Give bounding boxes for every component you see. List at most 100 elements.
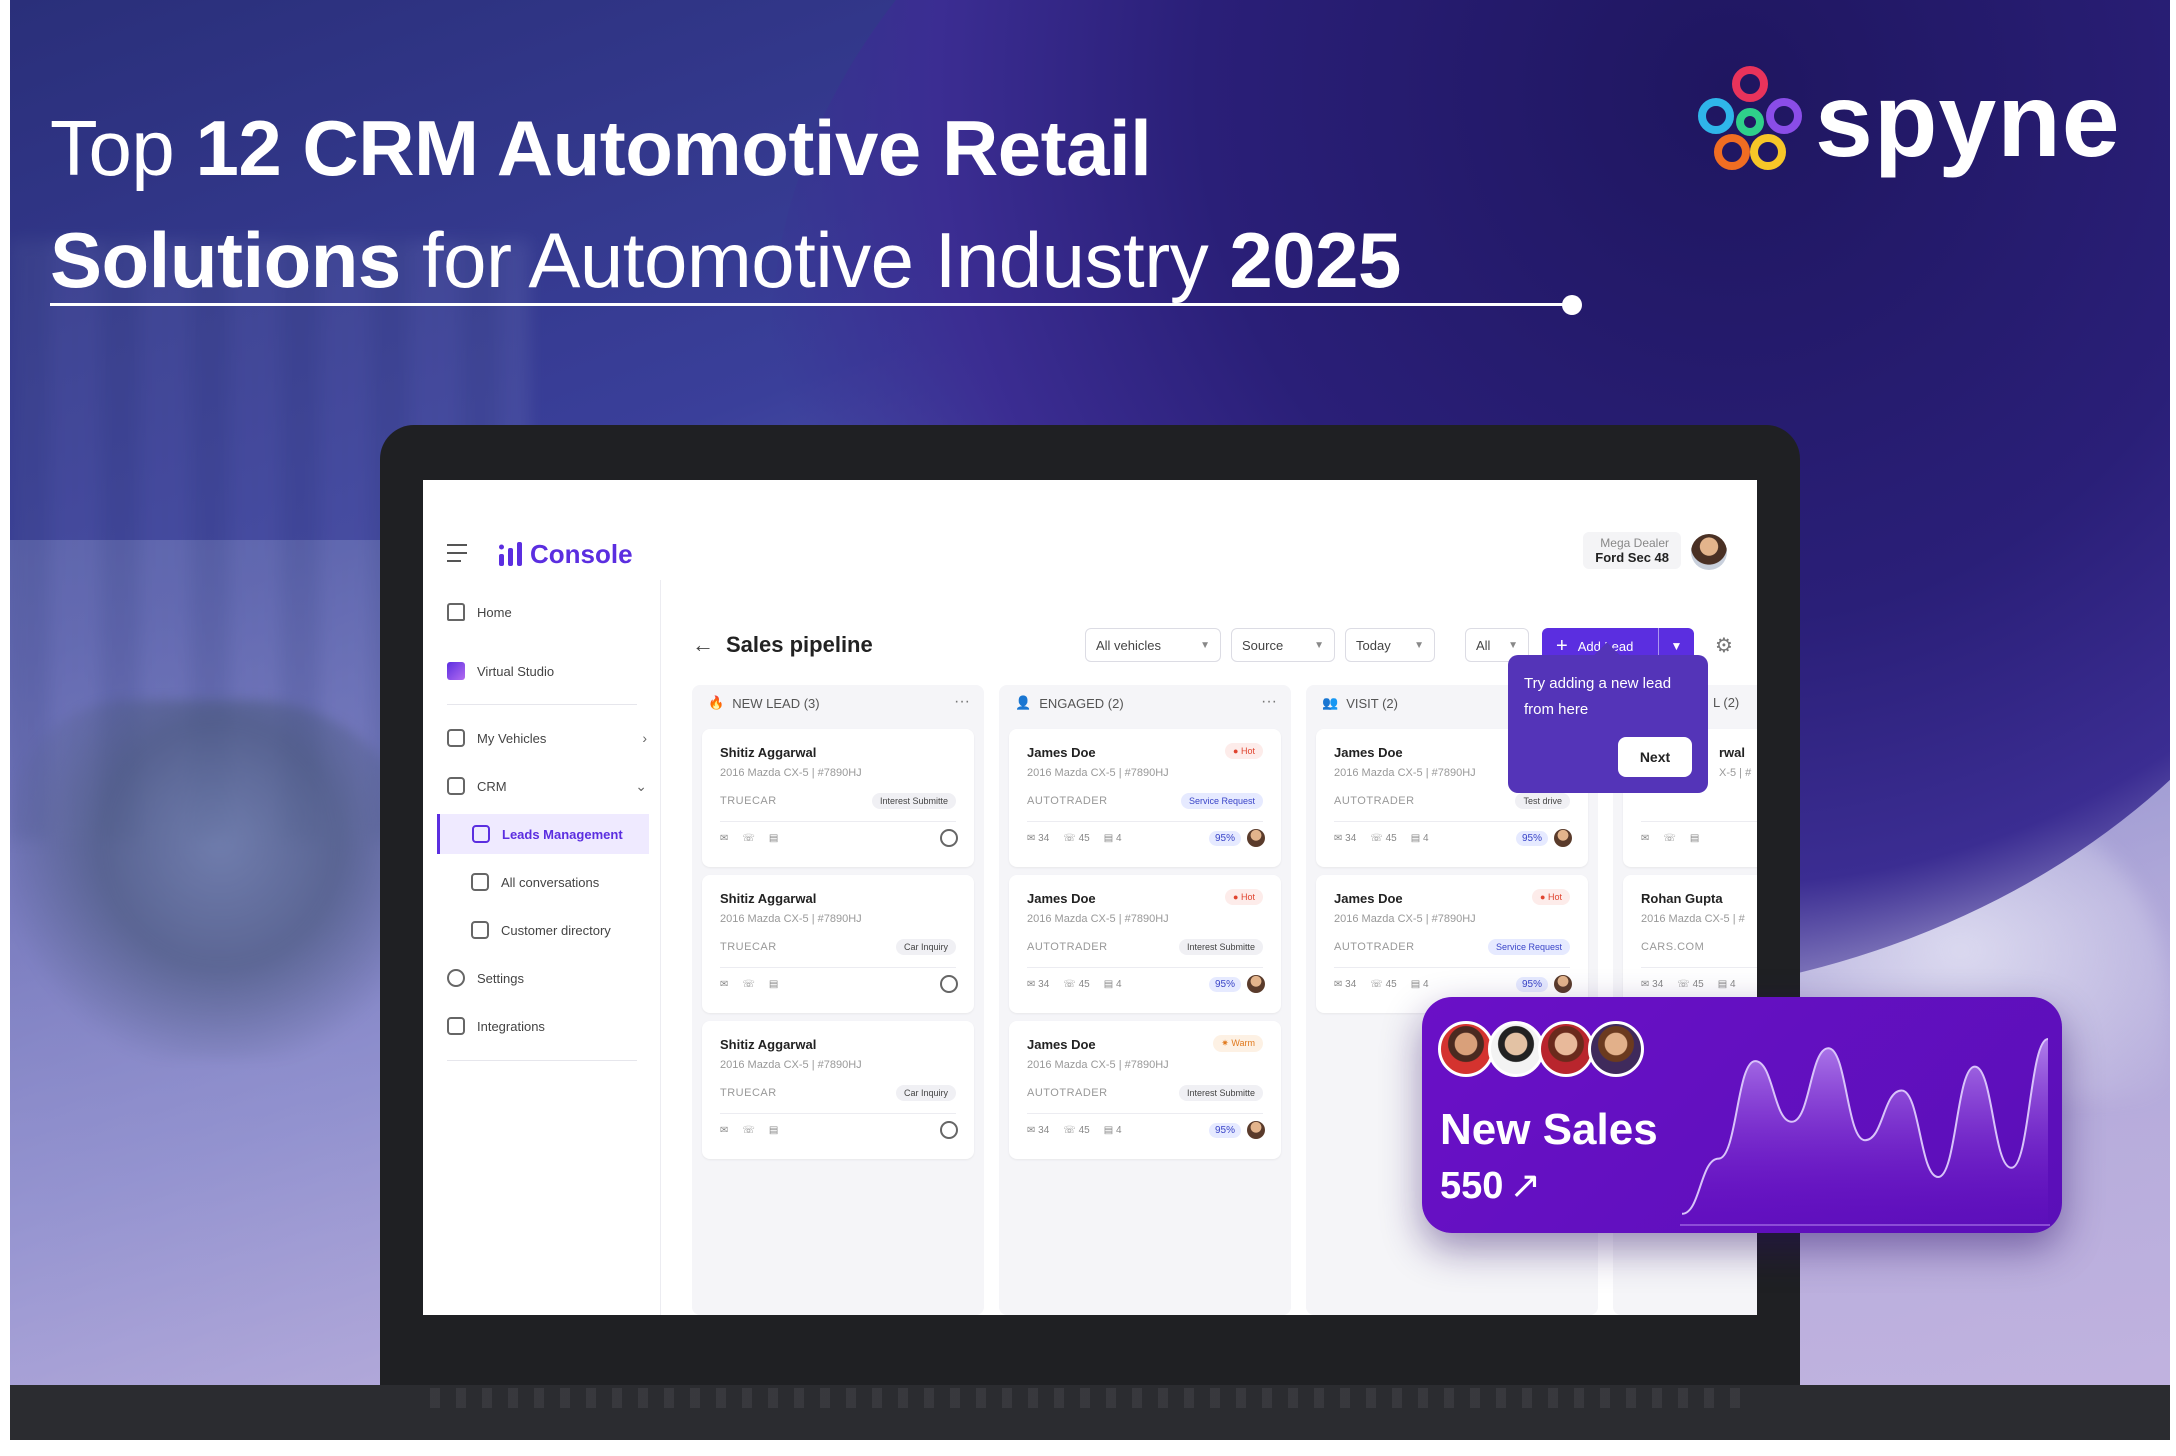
leads-icon: [472, 825, 490, 843]
mail-icon[interactable]: ✉: [1641, 833, 1649, 844]
dealer-switcher[interactable]: Mega Dealer Ford Sec 48: [1583, 532, 1681, 569]
filter-source[interactable]: Source ▼: [1231, 628, 1335, 662]
sidebar-item-leads-management[interactable]: Leads Management: [437, 814, 649, 854]
assign-user-icon[interactable]: [940, 975, 958, 993]
phone-icon[interactable]: ☏: [1663, 833, 1676, 844]
sidebar-item-home[interactable]: Home: [447, 592, 647, 632]
lead-card[interactable]: James Doe ● Hot 2016 Mazda CX-5 | #7890H…: [1009, 729, 1281, 867]
mail-count: ✉ 34: [1334, 979, 1356, 990]
more-options-icon[interactable]: ···: [954, 693, 970, 711]
chevron-down-icon: ▼: [1414, 639, 1424, 651]
sidebar-item-settings[interactable]: Settings: [447, 958, 647, 998]
sidebar-item-all-conversations[interactable]: All conversations: [471, 862, 641, 902]
lead-source: AUTOTRADER: [1027, 1087, 1108, 1099]
status-badge-label: Warm: [1231, 1038, 1255, 1048]
lead-name: Shitiz Aggarwal: [720, 1037, 817, 1052]
score-badge: 95%: [1515, 831, 1548, 846]
phone-icon: ☏: [1063, 1125, 1079, 1136]
more-options-icon[interactable]: ···: [1261, 693, 1277, 711]
card-actions: ✉ ☏ ▤: [720, 979, 778, 990]
assignee-avatar[interactable]: [1554, 829, 1572, 847]
assignee-avatar[interactable]: [1247, 1121, 1265, 1139]
assignee-avatar[interactable]: [1554, 975, 1572, 993]
metric-value: 4: [1115, 833, 1122, 844]
card-metrics: ✉ 34 ☏ 45 ▤ 4: [1027, 833, 1122, 844]
assign-user-icon[interactable]: [940, 1121, 958, 1139]
sidebar-item-label: My Vehicles: [477, 730, 547, 746]
card-divider: [1334, 967, 1570, 968]
user-avatar[interactable]: [1691, 534, 1727, 570]
avatar: [1538, 1021, 1594, 1077]
message-icon[interactable]: ▤: [769, 1125, 778, 1136]
status-badge: ✷ Warm: [1213, 1035, 1263, 1052]
mail-icon[interactable]: ✉: [720, 979, 728, 990]
sidebar-item-label: CRM: [477, 778, 507, 794]
laptop-keys: [430, 1388, 1750, 1408]
message-icon[interactable]: ▤: [769, 833, 778, 844]
card-actions: ✉ ☏ ▤: [720, 1125, 778, 1136]
filter-date[interactable]: Today ▼: [1345, 628, 1435, 662]
card-divider: [720, 821, 956, 822]
gear-icon[interactable]: ⚙: [1712, 634, 1736, 658]
lead-card[interactable]: Rohan Gupta 2016 Mazda CX-5 | # CARS.COM…: [1623, 875, 1757, 1013]
message-icon: ▤: [1103, 979, 1116, 990]
chevron-down-icon: ⌄: [635, 777, 647, 794]
sidebar-item-my-vehicles[interactable]: My Vehicles ›: [447, 718, 647, 758]
lead-card[interactable]: James Doe ● Hot 2016 Mazda CX-5 | #7890H…: [1316, 875, 1588, 1013]
filter-all-value: All: [1476, 637, 1491, 653]
phone-icon[interactable]: ☏: [742, 979, 755, 990]
lead-vehicle: 2016 Mazda CX-5 | #7890HJ: [720, 1059, 862, 1071]
menu-collapse-icon[interactable]: [447, 544, 473, 564]
call-count: ☏ 45: [1063, 1125, 1089, 1136]
lead-card[interactable]: Shitiz Aggarwal 2016 Mazda CX-5 | #7890H…: [702, 1021, 974, 1159]
phone-icon[interactable]: ☏: [742, 1125, 755, 1136]
spyne-logo-icon: [1698, 66, 1802, 170]
page-title: Sales pipeline: [726, 632, 873, 657]
lead-card[interactable]: Shitiz Aggarwal 2016 Mazda CX-5 | #7890H…: [702, 729, 974, 867]
app-header: Console Mega Dealer Ford Sec 48: [423, 480, 1757, 580]
lead-name: Shitiz Aggarwal: [720, 891, 817, 906]
studio-icon: [447, 662, 465, 680]
card-divider: [720, 967, 956, 968]
sidebar-item-crm[interactable]: CRM ⌄: [447, 766, 647, 806]
card-actions: ✉ ☏ ▤: [1641, 833, 1699, 844]
assignee-avatar[interactable]: [1247, 829, 1265, 847]
message-icon[interactable]: ▤: [769, 979, 778, 990]
dealer-label: Mega Dealer: [1600, 536, 1669, 550]
score-badge: 95%: [1208, 831, 1241, 846]
directory-icon: [471, 921, 489, 939]
filter-vehicles-value: All vehicles: [1096, 637, 1162, 653]
lead-vehicle: 2016 Mazda CX-5 | #7890HJ: [1334, 913, 1476, 925]
home-icon: [447, 603, 465, 621]
column-title: ENGAGED (2): [1039, 695, 1124, 711]
metric-value: 4: [1422, 833, 1429, 844]
chevron-right-icon: ›: [642, 730, 647, 746]
phone-icon: ☏: [1370, 979, 1386, 990]
mail-icon[interactable]: ✉: [720, 833, 728, 844]
console-logo-icon: [499, 542, 522, 566]
card-divider: [1027, 1113, 1263, 1114]
filter-vehicles[interactable]: All vehicles ▼: [1085, 628, 1221, 662]
tooltip-next-button[interactable]: Next: [1618, 737, 1692, 777]
assignee-avatar[interactable]: [1247, 975, 1265, 993]
sidebar-item-virtual-studio[interactable]: Virtual Studio: [447, 651, 647, 691]
column-title: VISIT (2): [1346, 695, 1398, 711]
lead-card[interactable]: James Doe ✷ Warm 2016 Mazda CX-5 | #7890…: [1009, 1021, 1281, 1159]
back-arrow-icon[interactable]: ←: [692, 632, 714, 657]
lead-card[interactable]: Shitiz Aggarwal 2016 Mazda CX-5 | #7890H…: [702, 875, 974, 1013]
sales-avatars: [1438, 1021, 1678, 1077]
headline-line2-regular: for Automotive Industry: [400, 216, 1230, 304]
score-badge: 95%: [1208, 1123, 1241, 1138]
assign-user-icon[interactable]: [940, 829, 958, 847]
sidebar-item-customer-directory[interactable]: Customer directory: [471, 910, 641, 950]
sidebar-item-label: Customer directory: [501, 922, 611, 938]
lead-card[interactable]: James Doe ● Hot 2016 Mazda CX-5 | #7890H…: [1009, 875, 1281, 1013]
sidebar-item-integrations[interactable]: Integrations: [447, 1006, 647, 1046]
message-icon[interactable]: ▤: [1690, 833, 1699, 844]
tooltip-text: Try adding a new lead from here: [1524, 675, 1672, 718]
pipeline-column-new-lead: 🔥 NEW LEAD (3) ··· Shitiz Aggarwal 2016 …: [692, 685, 984, 1315]
settings-icon: [447, 969, 465, 987]
phone-icon[interactable]: ☏: [742, 833, 755, 844]
headline: Top 12 CRM Automotive Retail Solutions f…: [50, 92, 1650, 316]
mail-icon[interactable]: ✉: [720, 1125, 728, 1136]
